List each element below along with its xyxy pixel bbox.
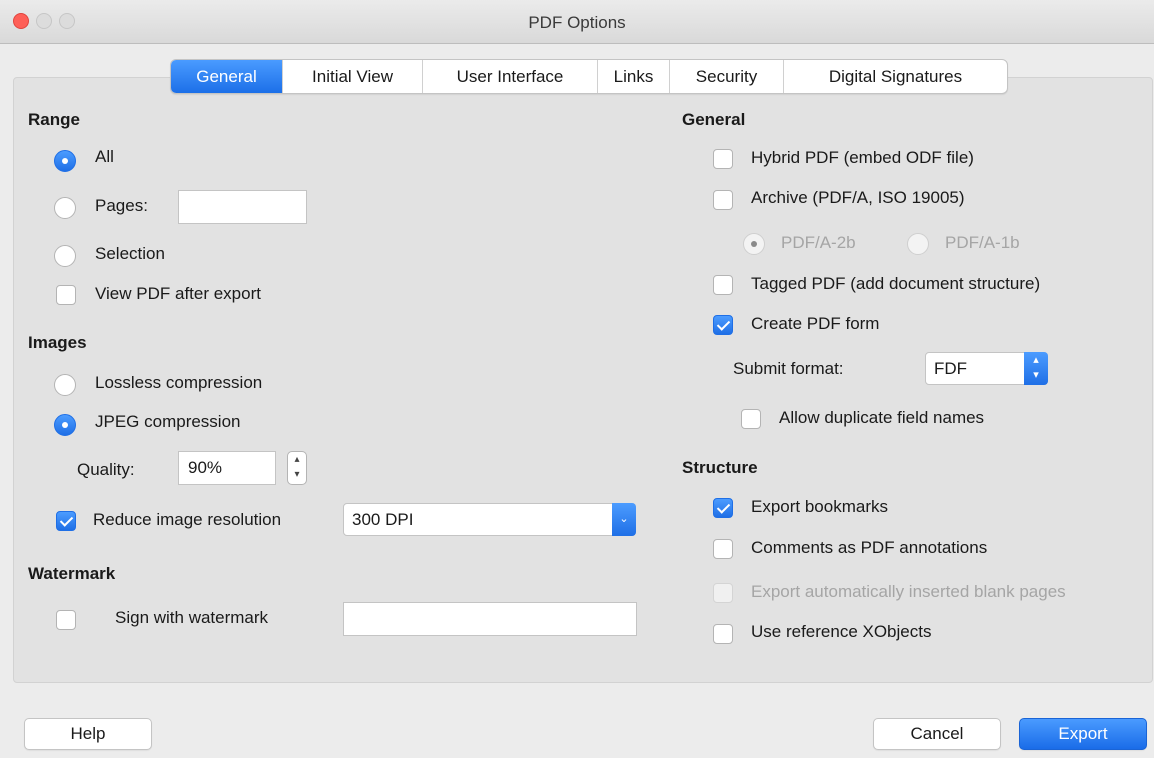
export-bookmarks-checkbox[interactable] [713,498,733,518]
sign-watermark-label: Sign with watermark [115,608,269,627]
range-all-label: All [95,147,114,166]
watermark-heading: Watermark [28,564,116,583]
range-all-radio[interactable] [54,150,76,172]
pdfa-1b-radio[interactable] [907,233,929,255]
resolution-value: 300 DPI [352,510,414,529]
pdfa-2b-radio[interactable] [743,233,765,255]
help-button[interactable]: Help [24,718,152,750]
pdfa-2b-label: PDF/A-2b [781,233,856,252]
window-title: PDF Options [528,13,626,32]
resolution-select[interactable]: 300 DPI ⌄ [343,503,636,536]
comments-annotations-label: Comments as PDF annotations [751,538,988,557]
sign-watermark-checkbox[interactable] [56,610,76,630]
chevron-down-icon: ⌄ [612,503,636,536]
cancel-button[interactable]: Cancel [873,718,1001,750]
hybrid-pdf-checkbox[interactable] [713,149,733,169]
tab-security[interactable]: Security [670,60,784,93]
quality-input[interactable]: 90% [178,451,276,485]
hybrid-pdf-label: Hybrid PDF (embed ODF file) [751,148,974,167]
tagged-pdf-checkbox[interactable] [713,275,733,295]
export-blank-pages-label: Export automatically inserted blank page… [751,582,1066,601]
title-bar: PDF Options [0,0,1154,44]
jpeg-compression-radio[interactable] [54,414,76,436]
watermark-text-input[interactable] [343,602,637,636]
chevron-down-icon: ▾ [294,469,300,480]
range-heading: Range [28,110,80,129]
archive-pdfa-checkbox[interactable] [713,190,733,210]
archive-pdfa-label: Archive (PDF/A, ISO 19005) [751,188,965,207]
export-blank-pages-checkbox[interactable] [713,583,733,603]
view-after-export-label: View PDF after export [95,284,261,303]
range-pages-label: Pages: [95,196,148,215]
pdfa-1b-label: PDF/A-1b [945,233,1020,252]
pages-input[interactable] [178,190,307,224]
allow-duplicate-names-label: Allow duplicate field names [779,408,985,427]
jpeg-compression-label: JPEG compression [95,412,241,431]
lossless-compression-radio[interactable] [54,374,76,396]
chevron-up-icon: ▴ [294,454,300,465]
quality-label: Quality: [77,460,135,479]
tagged-pdf-label: Tagged PDF (add document structure) [751,274,1041,293]
export-button[interactable]: Export [1019,718,1147,750]
tab-general[interactable]: General [171,60,283,93]
comments-annotations-checkbox[interactable] [713,539,733,559]
general-heading: General [682,110,746,129]
reduce-resolution-checkbox[interactable] [56,511,76,531]
submit-format-label: Submit format: [733,359,844,378]
tab-digital-signatures[interactable]: Digital Signatures [784,60,1007,93]
range-selection-radio[interactable] [54,245,76,267]
reference-xobjects-checkbox[interactable] [713,624,733,644]
submit-format-select[interactable]: FDF ▴ ▾ [925,352,1048,385]
lossless-compression-label: Lossless compression [95,373,263,392]
export-bookmarks-label: Export bookmarks [751,497,888,516]
tab-initial-view[interactable]: Initial View [283,60,423,93]
create-pdf-form-checkbox[interactable] [713,315,733,335]
tab-bar: General Initial View User Interface Link… [170,59,1008,94]
up-down-arrows-icon: ▴ ▾ [1024,352,1048,385]
structure-heading: Structure [682,458,758,477]
allow-duplicate-names-checkbox[interactable] [741,409,761,429]
tab-user-interface[interactable]: User Interface [423,60,598,93]
tab-links[interactable]: Links [598,60,670,93]
reduce-resolution-label: Reduce image resolution [93,510,282,529]
submit-format-value: FDF [934,359,968,378]
view-after-export-checkbox[interactable] [56,285,76,305]
range-pages-radio[interactable] [54,197,76,219]
create-pdf-form-label: Create PDF form [751,314,880,333]
reference-xobjects-label: Use reference XObjects [751,622,932,641]
images-heading: Images [28,333,87,352]
range-selection-label: Selection [95,244,165,263]
quality-stepper[interactable]: ▴ ▾ [287,451,307,485]
